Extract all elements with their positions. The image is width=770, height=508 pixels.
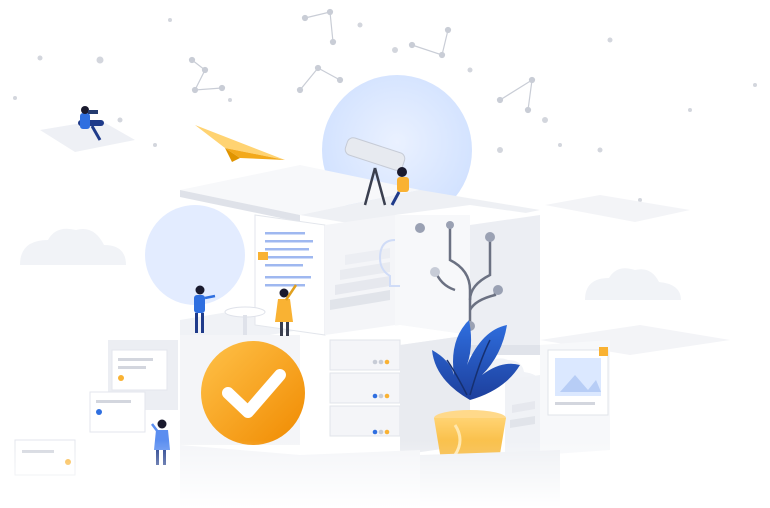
moon-shape <box>145 205 245 305</box>
paper-plane-icon <box>195 125 285 162</box>
checkmark-icon <box>201 341 305 445</box>
stairs <box>325 215 395 335</box>
isometric-illustration <box>0 8 770 508</box>
ground-blocks <box>0 440 770 508</box>
